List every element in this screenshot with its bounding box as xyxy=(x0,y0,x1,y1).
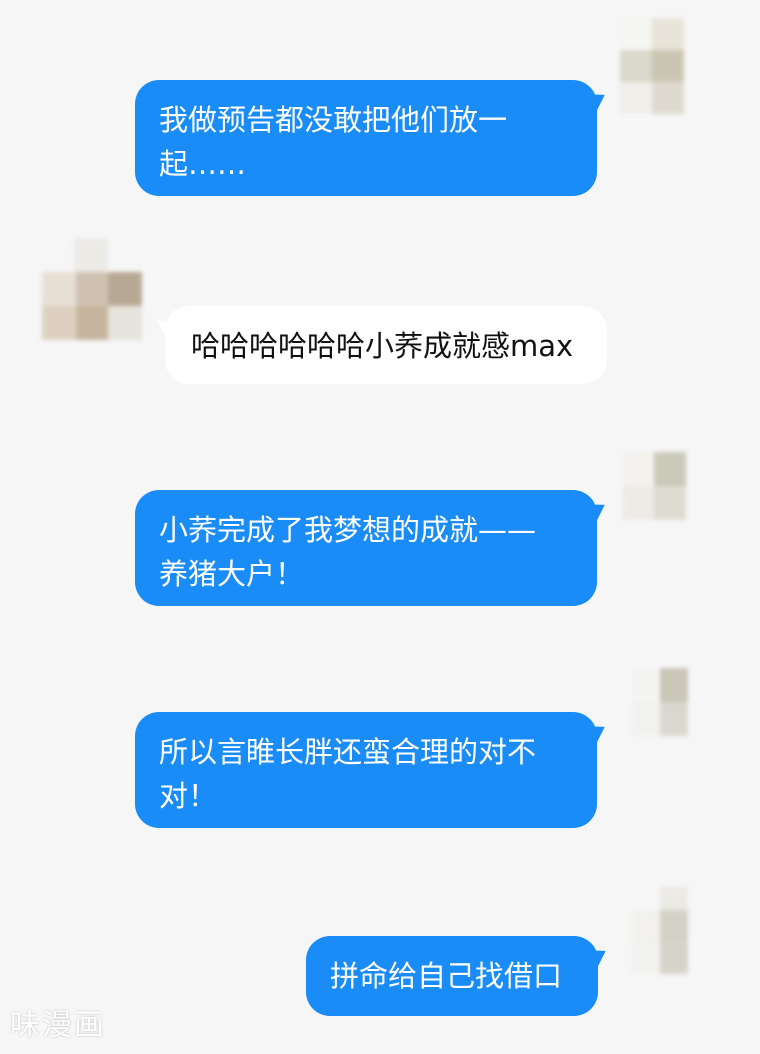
message-bubble-1[interactable]: 我做预告都没敢把他们放一 起…… xyxy=(135,80,597,196)
avatar-contact xyxy=(42,238,142,340)
watermark: 味漫画 xyxy=(10,1008,106,1043)
message-bubble-5[interactable]: 拼命给自己找借口 xyxy=(306,936,598,1016)
message-bubble-3[interactable]: 小荞完成了我梦想的成就—— 养猪大户！ xyxy=(135,490,597,606)
avatar-sender xyxy=(620,18,684,114)
message-bubble-4[interactable]: 所以言睢长胖还蛮合理的对不 对！ xyxy=(135,712,597,828)
avatar-sender xyxy=(622,452,686,548)
avatar-sender xyxy=(632,668,696,764)
message-bubble-2[interactable]: 哈哈哈哈哈哈小荞成就感max xyxy=(165,306,607,384)
avatar-sender xyxy=(632,886,696,982)
